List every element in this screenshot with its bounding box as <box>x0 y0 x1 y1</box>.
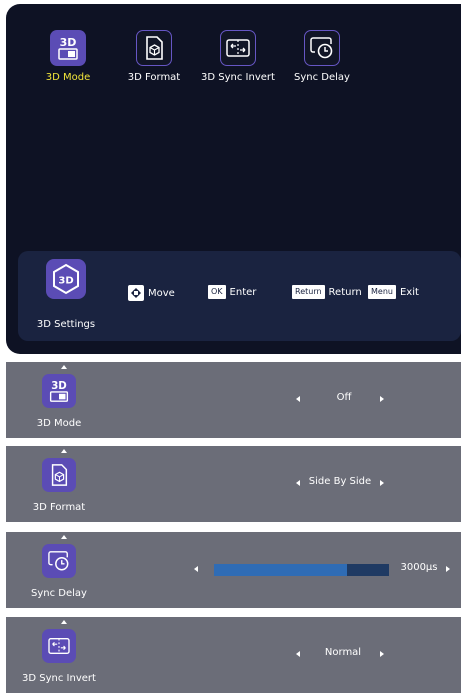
move-hint: Move <box>128 285 175 301</box>
settings-label: 3D Settings <box>36 319 96 330</box>
caret-up-icon <box>61 449 67 453</box>
sync-invert-icon <box>220 30 256 66</box>
sync-delay-icon <box>304 30 340 66</box>
menu-item-label: Sync Delay <box>294 72 350 83</box>
arrow-right-icon[interactable] <box>446 566 450 572</box>
menu-item-3d-format[interactable]: 3D Format <box>112 30 196 83</box>
3d-mode-icon: 3D <box>42 374 76 408</box>
arrow-left-icon[interactable] <box>194 566 198 572</box>
move-key-icon <box>128 285 144 301</box>
row-label: 3D Sync Invert <box>22 673 96 684</box>
arrow-right-icon[interactable] <box>380 396 384 402</box>
sync-invert-icon <box>42 629 76 663</box>
invert-value: Normal <box>324 647 362 658</box>
return-hint: Return Return <box>292 285 362 299</box>
menu-item-label: 3D Format <box>127 72 181 83</box>
help-bar: 3D 3D Settings Move OK Enter Return Retu… <box>18 251 461 341</box>
svg-text:3D: 3D <box>60 36 77 49</box>
row-sync-delay[interactable]: Sync Delay 3000μs <box>6 532 461 608</box>
caret-up-icon <box>61 365 67 369</box>
row-3d-mode[interactable]: 3D 3D Mode Off <box>6 362 461 438</box>
menu-panel: 3D 3D Mode 3D Format 3D Sync Invert Sync… <box>6 4 461 354</box>
menu-item-3d-mode[interactable]: 3D 3D Mode <box>26 30 110 83</box>
format-value: Side By Side <box>308 476 372 487</box>
row-label: 3D Mode <box>36 418 82 429</box>
row-3d-sync-invert[interactable]: 3D Sync Invert Normal <box>6 617 461 693</box>
svg-text:3D: 3D <box>51 381 67 392</box>
exit-label: Exit <box>399 286 419 298</box>
3d-mode-icon: 3D <box>50 30 86 66</box>
caret-up-icon <box>61 620 67 624</box>
return-key: Return <box>292 285 325 299</box>
arrow-left-icon[interactable] <box>296 480 300 486</box>
mode-value: Off <box>336 392 352 403</box>
enter-label: Enter <box>229 286 257 298</box>
3d-format-icon <box>136 30 172 66</box>
arrow-right-icon[interactable] <box>380 480 384 486</box>
3d-settings-icon: 3D <box>46 259 86 299</box>
caret-up-icon <box>61 535 67 539</box>
row-label: 3D Format <box>32 502 86 513</box>
settings-block: 3D 3D Settings <box>28 259 104 330</box>
delay-value: 3000μs <box>400 562 438 573</box>
svg-text:3D: 3D <box>58 276 73 287</box>
enter-hint: OK Enter <box>208 285 256 299</box>
return-label: Return <box>328 286 362 298</box>
menu-key: Menu <box>368 285 396 299</box>
menu-item-label: 3D Mode <box>45 72 91 83</box>
arrow-left-icon[interactable] <box>296 396 300 402</box>
menu-item-sync-delay[interactable]: Sync Delay <box>280 30 364 83</box>
sync-delay-slider[interactable] <box>214 564 389 576</box>
arrow-right-icon[interactable] <box>380 651 384 657</box>
menu-item-3d-sync-invert[interactable]: 3D Sync Invert <box>196 30 280 83</box>
ok-key: OK <box>208 285 226 299</box>
exit-hint: Menu Exit <box>368 285 419 299</box>
slider-fill <box>214 564 347 576</box>
arrow-left-icon[interactable] <box>296 651 300 657</box>
menu-item-label: 3D Sync Invert <box>201 72 275 83</box>
sync-delay-icon <box>42 544 76 578</box>
row-3d-format[interactable]: 3D Format Side By Side <box>6 446 461 522</box>
row-label: Sync Delay <box>31 588 87 599</box>
3d-format-icon <box>42 458 76 492</box>
move-label: Move <box>148 287 175 299</box>
